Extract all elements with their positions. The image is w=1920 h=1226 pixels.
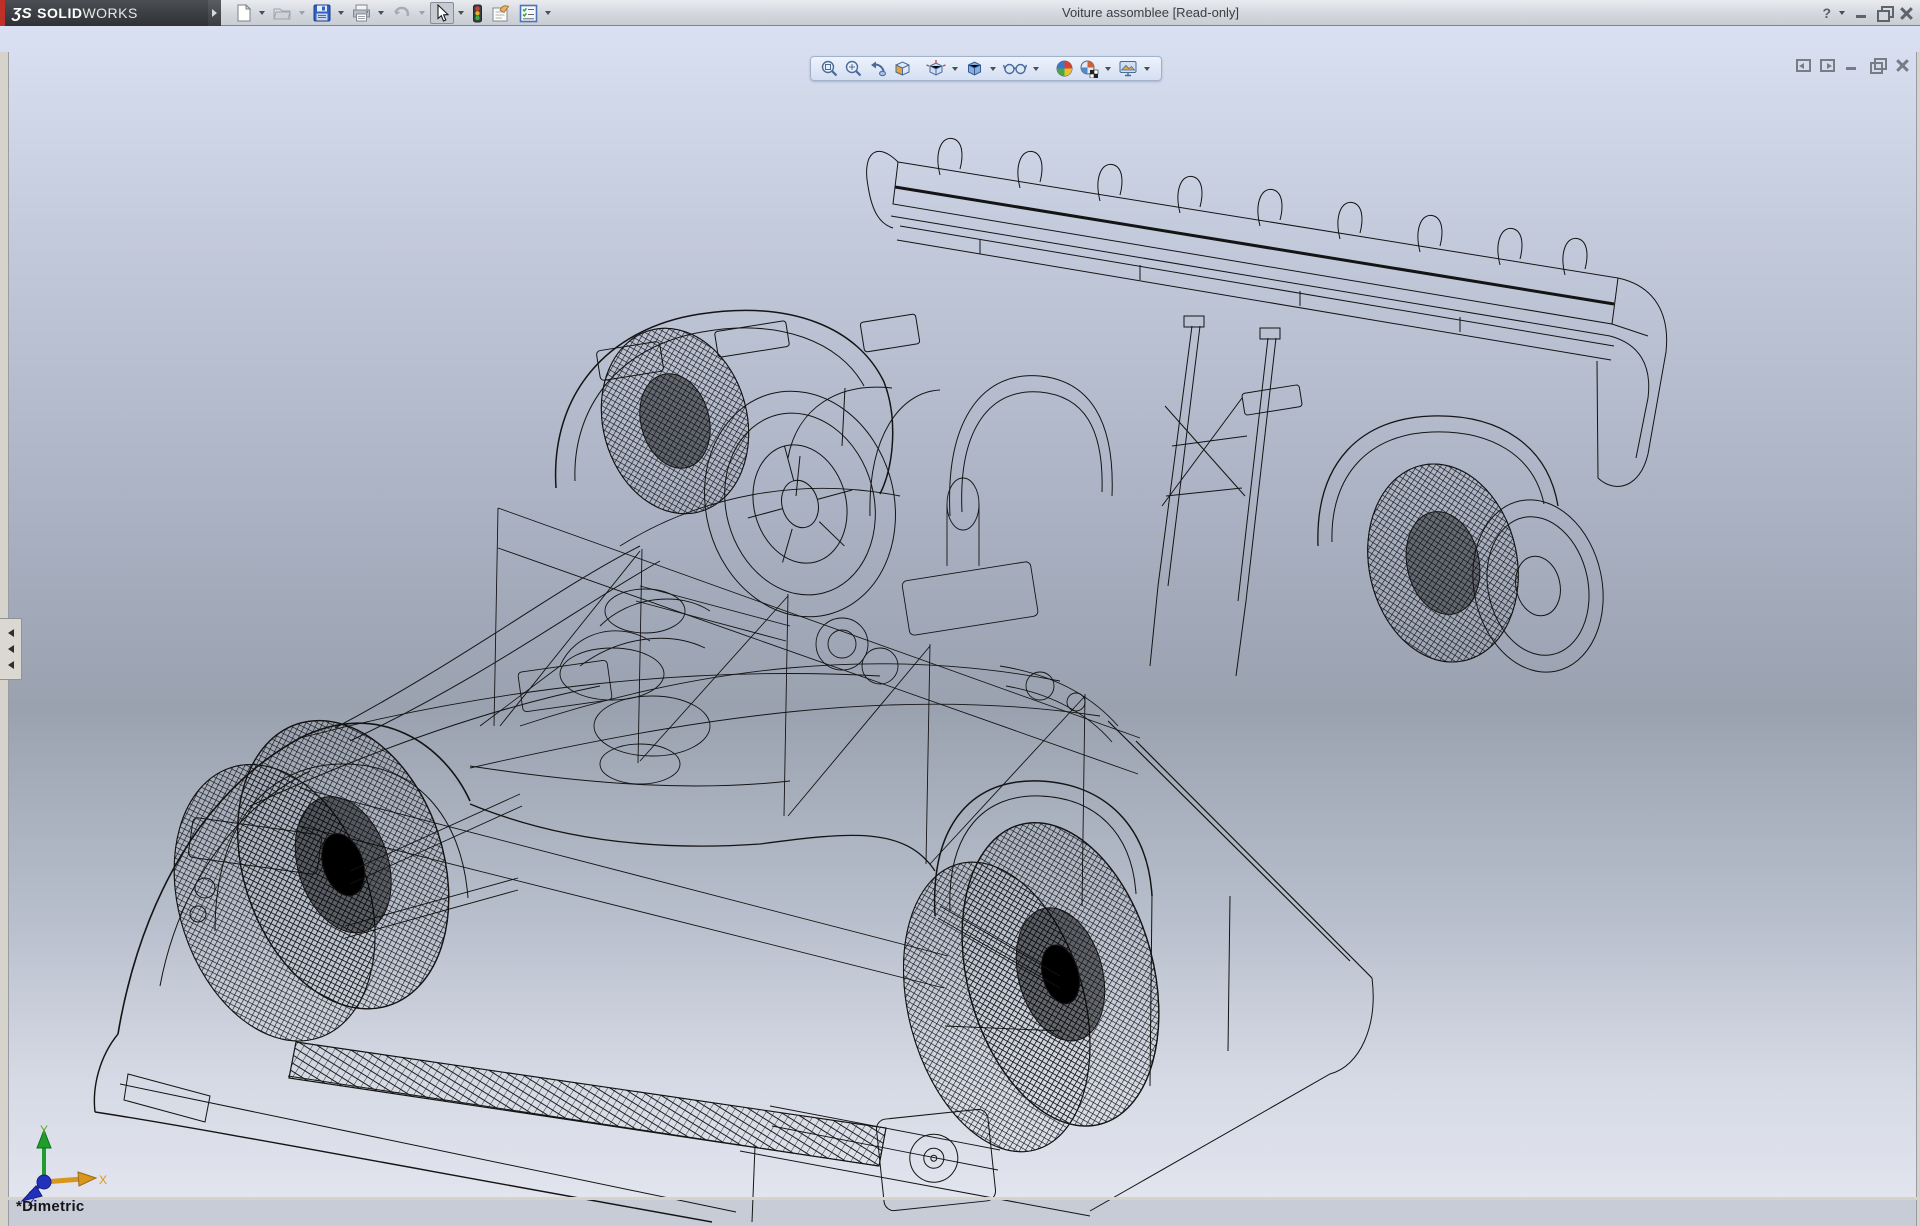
dropdown-arrow-icon[interactable] [259,11,265,15]
headsup-view-toolbar [810,56,1162,81]
dropdown-arrow-icon[interactable] [1033,67,1039,71]
note-edit-icon [491,4,511,23]
previous-view-icon [868,59,888,78]
dropdown-arrow-icon[interactable] [1144,67,1150,71]
chevron-right-icon [212,9,217,17]
rear-left-wheel [868,801,1193,1173]
open-button[interactable] [270,2,295,24]
note-edit-button[interactable] [488,2,514,24]
appearance-sphere-icon [1055,59,1074,78]
new-document-icon [235,4,252,22]
options-checklist-icon [519,4,538,23]
undo-icon [392,4,412,22]
help-button[interactable]: ? [1822,5,1831,21]
feature-panel-collapse-tab[interactable] [0,618,22,680]
pane-right-button[interactable] [1820,59,1835,72]
reference-triad: Y X Z [10,1122,110,1208]
print-button[interactable] [349,2,374,24]
dropdown-arrow-icon[interactable] [299,11,305,15]
document-restore-button[interactable] [1869,58,1885,72]
window-title: Voiture assomblee [Read-only] [1062,0,1239,26]
dropdown-arrow-icon[interactable] [952,67,958,71]
dropdown-arrow-icon[interactable] [545,11,551,15]
dropdown-arrow-icon[interactable] [458,11,464,15]
display-style-icon [965,59,984,78]
triangle-left-icon [8,661,14,669]
print-icon [352,4,371,22]
triangle-left-icon [8,645,14,653]
view-orientation-label: *Dimetric [16,1198,85,1215]
menu-expand-button[interactable] [208,0,221,26]
triangle-right-icon [1827,63,1832,69]
right-window-frame [1916,52,1920,1226]
triangle-left-icon [1799,63,1804,69]
triad-x-label: X [99,1173,107,1187]
view-orientation-button[interactable] [925,58,947,79]
document-close-button[interactable] [1894,58,1910,72]
edit-appearance-button[interactable] [1054,58,1075,79]
display-style-button[interactable] [964,58,985,79]
logo-glyph: ƷS [12,5,32,22]
front-right-wheel [581,312,920,639]
eyeglasses-icon [1003,60,1027,77]
logo-accent-stripe [0,0,5,26]
dropdown-arrow-icon[interactable] [338,11,344,15]
logo-text: ƷSSOLIDWORKS [12,5,138,22]
triad-y-label: Y [40,1123,48,1137]
traffic-light-button[interactable] [469,2,486,24]
save-icon [313,4,331,22]
main-toolbar [232,0,554,26]
view-settings-button[interactable] [1117,58,1139,79]
document-window-controls [1796,58,1910,72]
previous-view-button[interactable] [867,58,889,79]
front-left-wheel [134,693,522,1067]
select-tool-button[interactable] [430,2,454,24]
save-button[interactable] [310,2,334,24]
triangle-left-icon [8,629,14,637]
restore-button[interactable] [1876,6,1892,20]
zoom-to-area-button[interactable] [843,58,864,79]
select-cursor-icon [433,4,451,23]
window-controls: ? [1822,0,1914,26]
wireframe-car-model [0,52,1920,1226]
hide-show-items-button[interactable] [1002,58,1028,79]
rear-right-wheel [1350,450,1619,685]
close-button[interactable] [1898,6,1914,20]
zoom-to-fit-icon [820,59,839,78]
apply-scene-icon [1079,59,1099,78]
traffic-light-icon [472,4,483,23]
minimize-button[interactable] [1854,6,1870,20]
dropdown-arrow-icon[interactable] [419,11,425,15]
rear-wing [867,138,1667,676]
undo-button[interactable] [389,2,415,24]
document-minimize-button[interactable] [1844,58,1860,72]
new-document-button[interactable] [232,2,255,24]
zoom-to-fit-button[interactable] [819,58,840,79]
section-view-icon [893,59,912,78]
dropdown-arrow-icon[interactable] [990,67,996,71]
dropdown-arrow-icon[interactable] [1105,67,1111,71]
open-folder-icon [273,4,292,22]
view-orientation-icon [926,59,946,79]
dropdown-arrow-icon[interactable] [1839,11,1845,15]
dropdown-arrow-icon[interactable] [378,11,384,15]
graphics-viewport[interactable]: Y X Z *Dimetric [0,26,1920,1200]
zoom-to-area-icon [844,59,863,78]
view-settings-icon [1118,59,1138,78]
title-bar: ƷSSOLIDWORKS Voiture assomblee [0,0,1920,26]
apply-scene-button[interactable] [1078,58,1100,79]
section-view-button[interactable] [892,58,913,79]
options-checklist-button[interactable] [516,2,541,24]
solidworks-logo: ƷSSOLIDWORKS [0,0,208,26]
pane-left-button[interactable] [1796,59,1811,72]
